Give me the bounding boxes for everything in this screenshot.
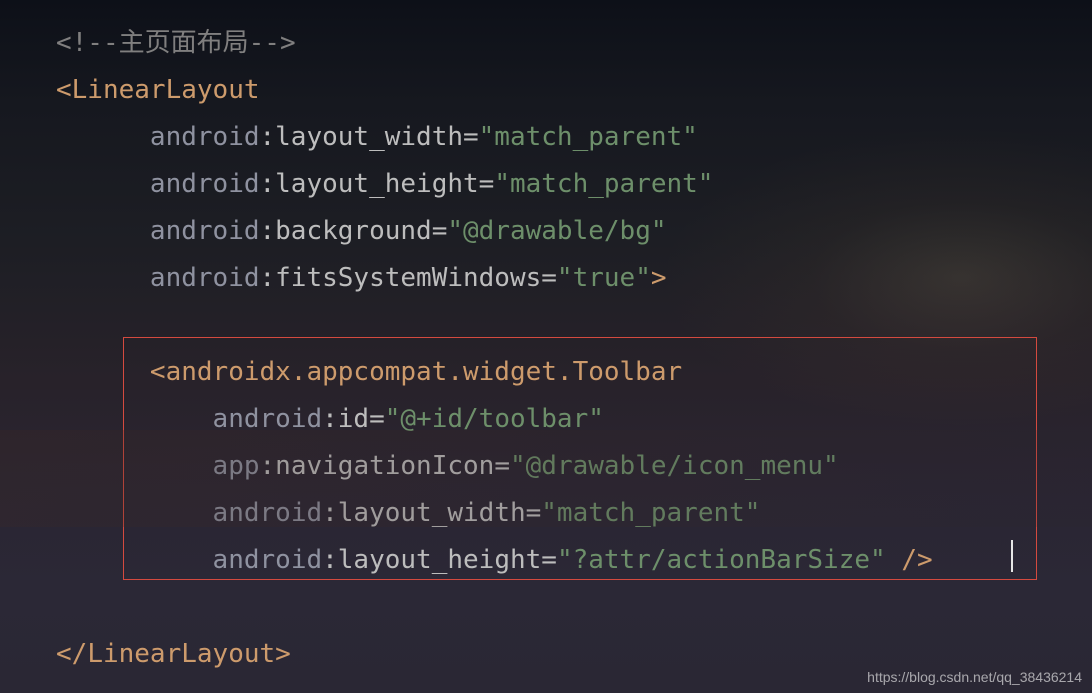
watermark-text: https://blog.csdn.net/qq_38436214	[867, 669, 1082, 685]
tag-open-bracket: <	[150, 357, 166, 387]
close-tag-end: >	[275, 639, 291, 669]
attr-value: "true"	[557, 263, 651, 293]
attr-ns: android	[213, 545, 323, 575]
xml-comment: <!--主页面布局-->	[56, 28, 296, 58]
attr-ns: android	[150, 122, 260, 152]
attr-name: fitsSystemWindows	[275, 263, 541, 293]
tag-close-bracket: >	[651, 263, 667, 293]
attr-name: id	[338, 404, 369, 434]
root-tag-open: LinearLayout	[72, 75, 260, 105]
editor-caret	[1011, 540, 1013, 572]
attr-ns: android	[150, 263, 260, 293]
attr-ns: android	[150, 216, 260, 246]
attr-name: layout_height	[275, 169, 479, 199]
attr-value: "match_parent"	[479, 122, 698, 152]
attr-value: "@drawable/icon_menu"	[510, 451, 839, 481]
attr-value: "@+id/toolbar"	[385, 404, 604, 434]
attr-name: background	[275, 216, 432, 246]
attr-value: "match_parent"	[494, 169, 713, 199]
code-screenshot: <!--主页面布局--> <LinearLayout android:layou…	[0, 0, 1092, 693]
attr-name: layout_width	[338, 498, 526, 528]
toolbar-tag-open: androidx.appcompat.widget.Toolbar	[166, 357, 683, 387]
attr-value: "?attr/actionBarSize"	[557, 545, 886, 575]
attr-value: "match_parent"	[541, 498, 760, 528]
attr-name: navigationIcon	[275, 451, 494, 481]
self-close-bracket: />	[886, 545, 933, 575]
root-tag-close: LinearLayout	[87, 639, 275, 669]
close-tag-bracket: </	[56, 639, 87, 669]
attr-ns: android	[150, 169, 260, 199]
tag-open-bracket: <	[56, 75, 72, 105]
attr-ns: android	[213, 498, 323, 528]
attr-name: layout_width	[275, 122, 463, 152]
code-block: <!--主页面布局--> <LinearLayout android:layou…	[56, 20, 1062, 678]
attr-ns: android	[213, 404, 323, 434]
attr-name: layout_height	[338, 545, 542, 575]
attr-ns: app	[213, 451, 260, 481]
attr-value: "@drawable/bg"	[447, 216, 666, 246]
